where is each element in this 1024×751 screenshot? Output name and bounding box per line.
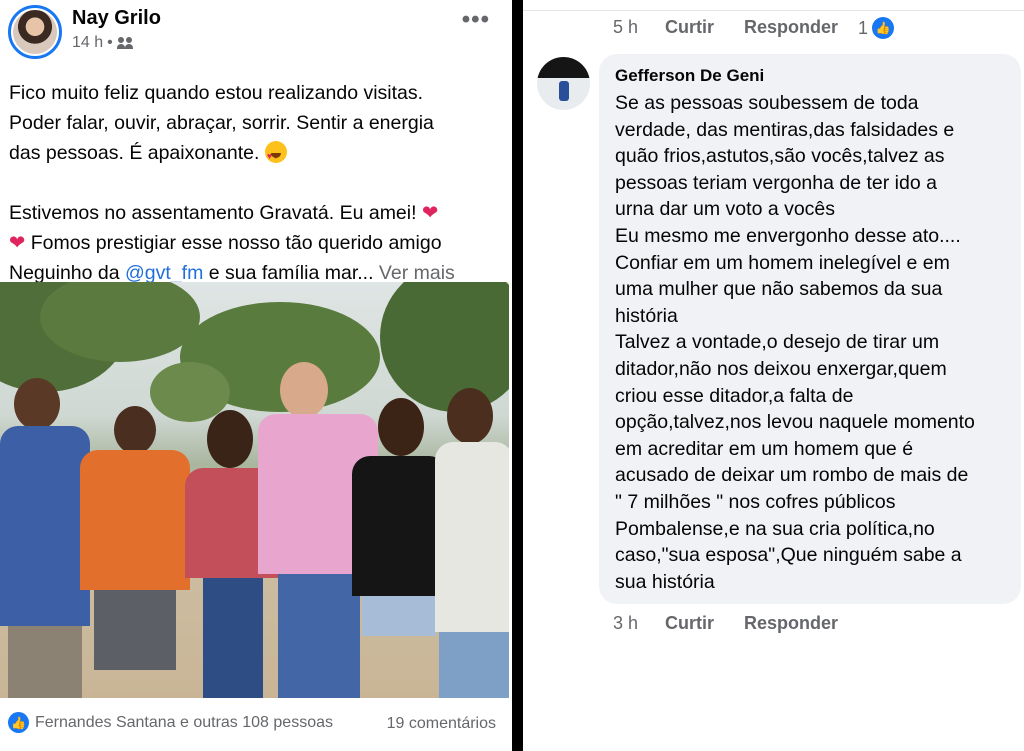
- comment-panel: 5 h Curtir Responder 1 👍 Gefferson De Ge…: [523, 0, 1024, 751]
- like-icon: 👍: [8, 712, 29, 733]
- comment-time[interactable]: 5 h: [613, 17, 665, 38]
- post-text: Fico muito feliz quando estou realizando…: [9, 78, 505, 288]
- post-line-text: Neguinho da: [9, 262, 120, 284]
- post-time[interactable]: 14 h: [72, 34, 103, 52]
- comments-count[interactable]: 19 comentários: [387, 715, 496, 733]
- post-line: Estivemos no assentamento Gravatá. Eu am…: [9, 198, 505, 228]
- commenter-avatar[interactable]: [537, 57, 590, 110]
- like-button[interactable]: Curtir: [665, 17, 714, 38]
- comment-line: história: [615, 304, 678, 327]
- reactions-summary[interactable]: 👍 Fernandes Santana e outras 108 pessoas: [8, 712, 333, 733]
- commenter-name[interactable]: Gefferson De Geni: [615, 66, 1005, 86]
- comment-line: Confiar em um homem inelegível e em: [615, 251, 950, 274]
- comment-line: Eu mesmo me envergonho desse ato....: [615, 224, 961, 247]
- comment-line: acusado de deixar um rombo de mais de: [615, 464, 969, 487]
- post-line: Poder falar, ouvir, abraçar, sorrir. Sen…: [9, 112, 434, 134]
- comment-line: sua história: [615, 570, 715, 593]
- reactions-text: Fernandes Santana e outras 108 pessoas: [35, 713, 333, 731]
- reply-button[interactable]: Responder: [744, 17, 838, 38]
- friends-icon: [116, 36, 135, 50]
- divider: [523, 10, 1024, 11]
- comment-line: pessoas teriam vergonha de ter ido a: [615, 171, 937, 194]
- comment-line: em acreditar em um homem que é: [615, 437, 914, 460]
- avatar-photo: [13, 10, 57, 54]
- comment-line: uma mulher que não sabemos da sua: [615, 278, 943, 301]
- comment-line: Talvez a vontade,o desejo de tirar um: [615, 331, 940, 354]
- reply-button[interactable]: Responder: [744, 613, 838, 634]
- prev-comment-actions: 5 h Curtir Responder: [613, 17, 868, 38]
- author-name[interactable]: Nay Grilo: [72, 7, 161, 30]
- post-line: das pessoas. É apaixonante.: [9, 138, 505, 171]
- more-options-icon[interactable]: •••: [462, 6, 490, 34]
- post-line: ❤ Fomos prestigiar esse nosso tão querid…: [9, 228, 505, 258]
- like-icon: 👍: [872, 17, 894, 39]
- post-photo[interactable]: [0, 282, 509, 698]
- red-heart-emoji: ❤: [421, 202, 439, 224]
- post-line-text: Estivemos no assentamento Gravatá. Eu am…: [9, 202, 417, 224]
- red-heart-emoji: ❤: [9, 232, 26, 254]
- comment-line: criou esse ditador,a falta de: [615, 384, 854, 407]
- comment-line: ditador,não nos deixou enxergar,quem: [615, 357, 947, 380]
- comment-actions: 3 h Curtir Responder: [613, 613, 868, 634]
- post-line-text: e sua família mar...: [208, 262, 374, 284]
- post-meta: 14 h •: [72, 34, 135, 52]
- comment-line: Se as pessoas soubessem de toda: [615, 92, 919, 114]
- comment-line: opção,talvez,nos levou naquele momento: [615, 411, 975, 434]
- heart-eyes-emoji: [264, 141, 287, 171]
- like-count-value: 1: [857, 17, 868, 38]
- comment-line: quão frios,astutos,são vocês,talvez as: [615, 145, 945, 168]
- comment-time[interactable]: 3 h: [613, 613, 665, 634]
- see-more-link[interactable]: Ver mais: [379, 262, 455, 284]
- post-line-text: das pessoas. É apaixonante.: [9, 142, 260, 164]
- post-line: Fico muito feliz quando estou realizando…: [9, 82, 424, 104]
- comment-text: Se as pessoas soubessem de toda verdade,…: [615, 90, 1005, 595]
- post-panel: Nay Grilo 14 h • ••• Fico muito feliz qu…: [0, 0, 512, 751]
- comment-line: verdade, das mentiras,das falsidades e: [615, 118, 955, 141]
- comment-line: caso,"sua esposa",Que ninguém sabe a: [615, 544, 962, 567]
- mention-link[interactable]: @gvt_fm: [125, 262, 203, 284]
- comment-line: urna dar um voto a vocês: [615, 198, 836, 221]
- author-avatar[interactable]: [8, 5, 62, 59]
- like-button[interactable]: Curtir: [665, 613, 714, 634]
- post-header: Nay Grilo 14 h • •••: [0, 0, 512, 64]
- post-line-text: Fomos prestigiar esse nosso tão querido …: [30, 232, 442, 254]
- comment-bubble: Gefferson De Geni Se as pessoas soubesse…: [599, 54, 1021, 604]
- comment-line: Pombalense,e na sua cria política,no: [615, 517, 935, 540]
- meta-separator: •: [107, 34, 113, 51]
- comment-like-count[interactable]: 1 👍: [858, 17, 894, 39]
- comment-line: " 7 milhões " nos cofres públicos: [615, 490, 896, 513]
